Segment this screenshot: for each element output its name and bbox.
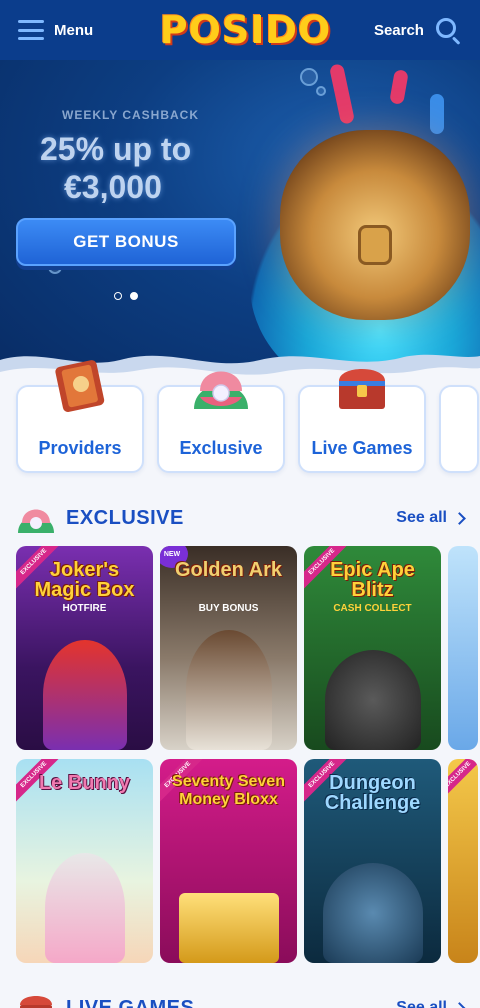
joker-figure: [42, 640, 127, 750]
book-icon: [55, 360, 105, 412]
game-tile-partial[interactable]: EXCLUSIVE: [448, 759, 478, 963]
game-subtitle: HOTFIRE: [62, 603, 107, 614]
treasure-chest-icon: [20, 996, 52, 1008]
menu-button[interactable]: Menu: [18, 20, 93, 40]
exclusive-section-header: EXCLUSIVE See all: [16, 498, 466, 538]
live-games-section-header: LIVE GAMES See all: [16, 988, 466, 1008]
bubble-decoration: [300, 68, 318, 86]
section-title: EXCLUSIVE: [16, 499, 184, 537]
game-title: Seventy Seven Money Bloxx: [172, 773, 285, 808]
game-subtitle: BUY BONUS: [198, 603, 259, 614]
carousel-dots: [114, 292, 138, 300]
section-title: LIVE GAMES: [16, 989, 194, 1008]
carousel-dot[interactable]: [114, 292, 122, 300]
game-title: Le Bunny: [38, 772, 131, 794]
lock-icon: [358, 225, 392, 265]
search-button[interactable]: Search: [373, 16, 462, 45]
promo-headline-line2: €3,000: [64, 169, 162, 205]
search-icon: [434, 16, 462, 45]
get-bonus-button[interactable]: GET BONUS: [16, 218, 236, 266]
category-next-partial[interactable]: [439, 385, 479, 473]
category-label: Exclusive: [179, 438, 263, 458]
promo-headline: 25% up to €3,000: [40, 130, 191, 206]
coral-decoration: [430, 94, 444, 134]
see-all-label: See all: [396, 509, 447, 526]
game-title: Golden Ark: [174, 559, 283, 581]
chevron-right-icon: [453, 1001, 466, 1008]
category-label: Providers: [38, 438, 122, 458]
exclusive-see-all-link[interactable]: See all: [396, 509, 466, 527]
game-tile-partial[interactable]: [448, 546, 478, 750]
coral-decoration: [328, 63, 356, 125]
pearl-shell-icon: [18, 509, 54, 533]
coral-decoration: [389, 69, 409, 105]
search-label: Search: [373, 21, 424, 39]
live-games-see-all-link[interactable]: See all: [396, 999, 466, 1008]
category-exclusive[interactable]: Exclusive: [157, 371, 285, 473]
promo-eyebrow: WEEKLY CASHBACK: [62, 108, 200, 122]
category-label: Live Games: [311, 438, 413, 458]
bunny-figure: [44, 853, 125, 963]
game-tile[interactable]: EXCLUSIVE Joker's Magic Box HOTFIRE: [16, 546, 153, 750]
game-title: Joker's Magic Box: [34, 559, 135, 601]
game-title: Dungeon Challenge: [324, 772, 421, 814]
category-live-games[interactable]: Live Games: [298, 369, 426, 473]
hamburger-icon: [18, 20, 44, 40]
exclusive-ribbon: EXCLUSIVE: [448, 759, 478, 808]
category-providers[interactable]: Providers: [16, 360, 144, 473]
exclusive-title: EXCLUSIVE: [66, 506, 184, 529]
menu-label: Menu: [54, 21, 94, 39]
top-bar: Menu POSIDO Search: [0, 0, 480, 60]
game-subtitle: CASH COLLECT: [333, 603, 412, 614]
game-tile[interactable]: EXCLUSIVE Epic Ape Blitz CASH COLLECT: [304, 546, 441, 750]
game-tile[interactable]: EXCLUSIVE Dungeon Challenge: [304, 759, 441, 963]
bubble-decoration: [316, 86, 326, 96]
exclusive-games-grid: EXCLUSIVE Joker's Magic Box HOTFIRE NEW …: [16, 546, 480, 963]
gold-bars-figure: [178, 893, 279, 963]
category-row: Providers Exclusive Live Games: [16, 360, 480, 473]
live-games-title: LIVE GAMES: [66, 996, 195, 1008]
wolves-figure: [322, 863, 423, 963]
game-title: Epic Ape Blitz: [330, 559, 415, 601]
chevron-right-icon: [453, 511, 466, 525]
explorer-figure: [185, 630, 272, 750]
game-tile[interactable]: NEW Golden Ark BUY BONUS: [160, 546, 297, 750]
ape-figure: [324, 650, 421, 750]
carousel-dot-active[interactable]: [130, 292, 138, 300]
see-all-label: See all: [396, 999, 447, 1008]
treasure-chest-icon: [339, 369, 385, 409]
game-tile[interactable]: EXCLUSIVE Le Bunny: [16, 759, 153, 963]
posido-logo[interactable]: POSIDO: [160, 8, 332, 52]
promo-headline-line1: 25% up to: [40, 131, 192, 167]
pearl-shell-icon: [194, 371, 248, 409]
treasure-chest-illustration: [280, 130, 470, 320]
hero-banner[interactable]: WEEKLY CASHBACK 25% up to €3,000 GET BON…: [0, 60, 480, 390]
game-tile[interactable]: EXCLUSIVE Seventy Seven Money Bloxx: [160, 759, 297, 963]
